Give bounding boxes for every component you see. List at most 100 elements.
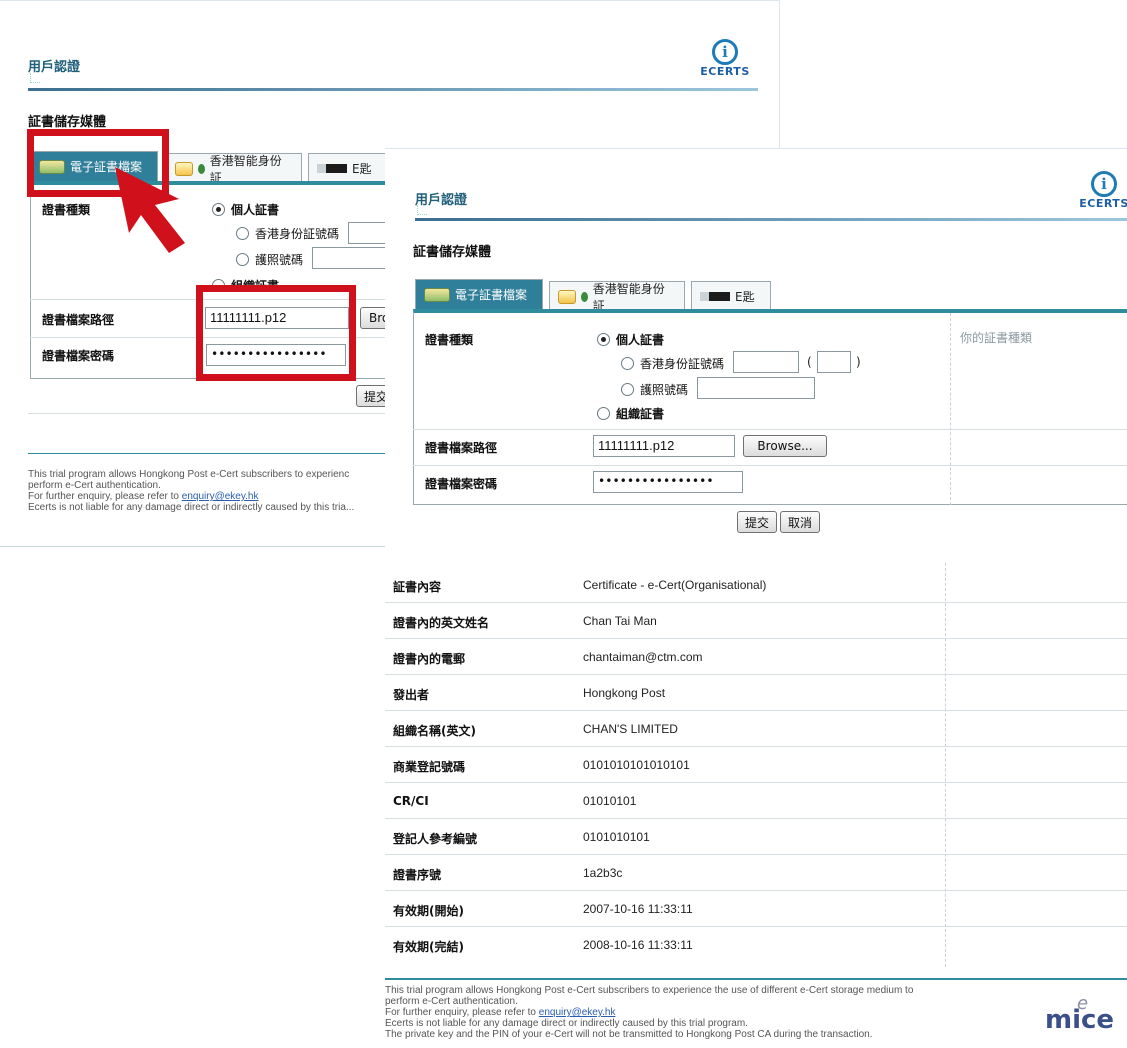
radio-hkid[interactable] — [621, 357, 634, 370]
table-row: 證書內的電郵 chantaiman@ctm.com — [385, 639, 1127, 675]
header-rule — [28, 88, 758, 91]
ecerts-logo: i ECERTS — [1069, 171, 1127, 210]
radio-passport[interactable] — [236, 253, 249, 266]
row-value: 01010101 — [583, 794, 637, 808]
org-cert-option[interactable]: 組織証書 — [597, 405, 664, 422]
cert-type-label: 證書種類 — [425, 333, 474, 347]
row-label: 發出者 — [393, 688, 430, 702]
radio-hkid[interactable] — [236, 227, 249, 240]
certificate-file-icon — [424, 287, 450, 302]
radio-personal[interactable] — [212, 203, 225, 216]
browse-button[interactable]: Browse... — [743, 435, 827, 457]
table-row: 証書內容 Certificate - e-Cert(Organisational… — [385, 567, 1127, 603]
row-value: CHAN'S LIMITED — [583, 722, 678, 736]
password-label: 證書檔案密碼 — [425, 477, 498, 491]
table-row: 發出者 Hongkong Post — [385, 675, 1127, 711]
cert-details-table: 証書內容 Certificate - e-Cert(Organisational… — [385, 563, 1127, 971]
tab-ekey[interactable]: E匙 — [691, 281, 771, 311]
row-divider — [413, 465, 1127, 466]
header-rule — [415, 218, 1127, 221]
front-window: 用戶認證 i ECERTS 証書儲存媒體 電子証書檔案 香港智能身份証 E匙 證… — [385, 148, 1127, 1048]
tab-cert-file[interactable]: 電子証書檔案 — [415, 279, 543, 309]
window-bottom — [0, 546, 388, 547]
row-label: CR/CI — [393, 794, 429, 808]
row-label: 證書內的電郵 — [393, 652, 466, 666]
hkid-input[interactable] — [733, 351, 799, 373]
personal-cert-option[interactable]: 個人証書 — [597, 331, 664, 348]
personal-cert-option[interactable]: 個人証書 — [212, 201, 279, 218]
ecerts-logo: i ECERTS — [690, 39, 760, 78]
usb-key-icon — [700, 292, 730, 301]
table-row: CR/CI 01010101 — [385, 783, 1127, 819]
highlight-fields — [196, 285, 356, 381]
row-value: 1a2b3c — [583, 866, 623, 880]
header-decoration — [417, 205, 427, 215]
radio-org[interactable] — [597, 407, 610, 420]
footer-text: This trial program allows Hongkong Post … — [385, 985, 914, 1040]
table-row: 證書序號 1a2b3c — [385, 855, 1127, 891]
row-label: 證書序號 — [393, 868, 442, 882]
table-row: 證書內的英文姓名 Chan Tai Man — [385, 603, 1127, 639]
table-row: 有效期(完結) 2008-10-16 11:33:11 — [385, 927, 1127, 963]
table-row: 組織名稱(英文) CHAN'S LIMITED — [385, 711, 1127, 747]
smart-id-card-icon — [558, 289, 576, 304]
row-label: 證書內的英文姓名 — [393, 616, 490, 630]
password-label: 證書檔案密碼 — [42, 349, 115, 363]
path-input[interactable]: 11111111.p12 — [593, 435, 735, 457]
info-icon: i — [1091, 171, 1117, 197]
row-value: chantaiman@ctm.com — [583, 650, 703, 664]
table-row: 有效期(開始) 2007-10-16 11:33:11 — [385, 891, 1127, 927]
table-row: 商業登記號碼 0101010101010101 — [385, 747, 1127, 783]
row-divider — [413, 429, 1127, 430]
paren-open: ( — [807, 355, 812, 369]
row-label: 有效期(開始) — [393, 904, 464, 918]
footer-rule — [28, 453, 388, 454]
row-value: Certificate - e-Cert(Organisational) — [583, 578, 767, 592]
row-label: 商業登記號碼 — [393, 760, 466, 774]
header-decoration — [30, 73, 40, 83]
path-label: 證書檔案路徑 — [42, 313, 115, 327]
submit-button[interactable]: 提交 — [737, 511, 777, 533]
pin-icon — [580, 291, 588, 302]
password-input[interactable]: •••••••••••••••• — [593, 471, 743, 493]
enquiry-link[interactable]: enquiry@ekey.hk — [539, 1007, 616, 1018]
cancel-button[interactable]: 取消 — [780, 511, 820, 533]
hkid-option[interactable]: 香港身份証號碼 — [236, 225, 339, 242]
row-value: 2007-10-16 11:33:11 — [583, 902, 693, 916]
row-label: 証書內容 — [393, 580, 442, 594]
usb-key-icon — [317, 164, 347, 173]
storage-title: 証書儲存媒體 — [413, 245, 492, 260]
row-label: 有效期(完結) — [393, 940, 464, 954]
footer-rule — [385, 978, 1127, 980]
column-divider — [950, 313, 951, 505]
radio-personal[interactable] — [597, 333, 610, 346]
cert-type-hint: 你的証書種類 — [960, 331, 1033, 345]
row-label: 登記人參考編號 — [393, 832, 478, 846]
row-value: Chan Tai Man — [583, 614, 657, 628]
row-value: 2008-10-16 11:33:11 — [583, 938, 693, 952]
row-value: Hongkong Post — [583, 686, 666, 700]
passport-option[interactable]: 護照號碼 — [236, 251, 303, 268]
paren-close: ) — [856, 355, 861, 369]
path-label: 證書檔案路徑 — [425, 441, 498, 455]
pin-icon — [197, 163, 205, 174]
tab-ekey[interactable]: E匙 — [308, 153, 388, 183]
hkid-option[interactable]: 香港身份証號碼 — [621, 355, 724, 372]
passport-option[interactable]: 護照號碼 — [621, 381, 688, 398]
row-label: 組織名稱(英文) — [393, 724, 476, 738]
info-icon: i — [712, 39, 738, 65]
table-row: 登記人參考編號 0101010101 — [385, 819, 1127, 855]
row-value: 0101010101010101 — [583, 758, 690, 772]
mice-logo: e mice — [1037, 993, 1121, 1035]
tab-smart-id[interactable]: 香港智能身份証 — [549, 281, 685, 313]
footer-text: This trial program allows Hongkong Post … — [28, 469, 355, 513]
passport-input[interactable] — [697, 377, 815, 399]
enquiry-link[interactable]: enquiry@ekey.hk — [182, 491, 259, 502]
row-divider — [28, 413, 388, 414]
red-arrow-icon — [115, 167, 185, 253]
storage-title: 証書儲存媒體 — [28, 115, 107, 130]
mice-wordmark: mice — [1045, 1005, 1115, 1035]
row-value: 0101010101 — [583, 830, 650, 844]
hkid-check-input[interactable] — [817, 351, 851, 373]
radio-passport[interactable] — [621, 383, 634, 396]
